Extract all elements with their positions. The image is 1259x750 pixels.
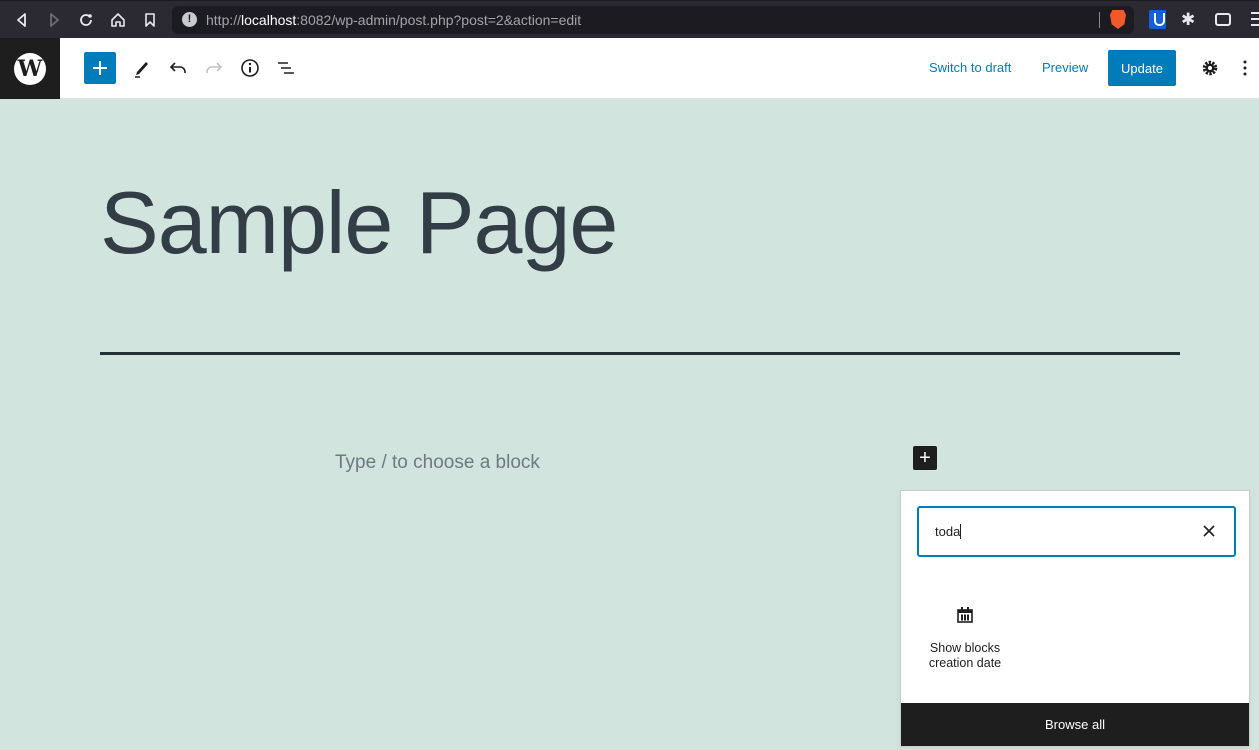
- tools-button[interactable]: [125, 52, 157, 84]
- browser-toolbar: ! http://localhost:8082/wp-admin/post.ph…: [0, 0, 1259, 38]
- text-caret: [960, 524, 962, 539]
- list-view-icon: [278, 62, 294, 74]
- more-vertical-icon: [1243, 60, 1247, 76]
- url-text: http://localhost:8082/wp-admin/post.php?…: [206, 12, 581, 28]
- extensions-puzzle-icon[interactable]: ✱: [1181, 10, 1195, 30]
- editor-header: W Switch to draft Preview Update: [0, 38, 1259, 99]
- forward-icon: [50, 13, 59, 27]
- browser-menu-icon[interactable]: [1251, 12, 1259, 26]
- redo-icon: [206, 62, 223, 73]
- reload-icon: [80, 14, 92, 26]
- home-button[interactable]: [108, 10, 128, 30]
- close-icon: [1203, 525, 1215, 537]
- wallet-icon[interactable]: [1215, 13, 1231, 26]
- bitwarden-extension-icon[interactable]: [1149, 10, 1166, 29]
- browse-all-button[interactable]: Browse all: [901, 703, 1249, 746]
- pencil-icon: [135, 62, 148, 78]
- inline-block-inserter-toggle[interactable]: +: [913, 446, 937, 470]
- separator-block[interactable]: [100, 352, 1180, 355]
- home-icon: [111, 13, 125, 27]
- block-result-item[interactable]: Show blocks creation date: [917, 595, 1013, 685]
- block-inserter-button[interactable]: [84, 52, 116, 84]
- url-host: localhost: [241, 12, 297, 28]
- search-text: toda: [935, 524, 961, 539]
- wordpress-logo-icon: W: [14, 52, 46, 85]
- forward-button[interactable]: [44, 10, 64, 30]
- reload-button[interactable]: [76, 10, 96, 30]
- list-view-button[interactable]: [270, 52, 302, 84]
- undo-icon: [169, 62, 186, 73]
- address-divider: [1099, 12, 1100, 28]
- calendar-icon: [957, 607, 973, 623]
- back-button[interactable]: [12, 10, 32, 30]
- plus-icon: [93, 61, 107, 75]
- brave-shields-icon[interactable]: [1110, 10, 1126, 29]
- address-bar[interactable]: ! http://localhost:8082/wp-admin/post.ph…: [172, 6, 1134, 34]
- site-info-icon[interactable]: !: [182, 12, 197, 27]
- url-prefix: http://: [206, 12, 242, 28]
- details-button[interactable]: [234, 52, 266, 84]
- bookmark-button[interactable]: [140, 10, 160, 30]
- undo-button[interactable]: [162, 52, 194, 84]
- preview-button[interactable]: Preview: [1042, 60, 1088, 75]
- clear-search-button[interactable]: [1198, 520, 1220, 542]
- switch-to-draft-button[interactable]: Switch to draft: [929, 60, 1011, 75]
- redo-button[interactable]: [198, 52, 230, 84]
- update-button[interactable]: Update: [1108, 50, 1176, 86]
- search-input-value: toda: [935, 524, 962, 539]
- block-appender-placeholder[interactable]: Type / to choose a block: [335, 452, 540, 474]
- post-title[interactable]: Sample Page: [100, 172, 618, 274]
- options-button[interactable]: [1229, 52, 1259, 84]
- settings-button[interactable]: [1194, 52, 1226, 84]
- gear-icon: [1202, 60, 1218, 76]
- block-search-input[interactable]: toda: [917, 506, 1236, 557]
- wordpress-logo-button[interactable]: W: [0, 38, 60, 99]
- info-icon: [241, 59, 259, 77]
- bookmark-icon: [145, 13, 155, 27]
- quick-inserter-popover: toda Show blocks creation date Browse al…: [900, 490, 1250, 747]
- block-result-label: Show blocks creation date: [928, 641, 1002, 670]
- url-path: :8082/wp-admin/post.php?post=2&action=ed…: [296, 12, 582, 28]
- back-icon: [17, 13, 26, 27]
